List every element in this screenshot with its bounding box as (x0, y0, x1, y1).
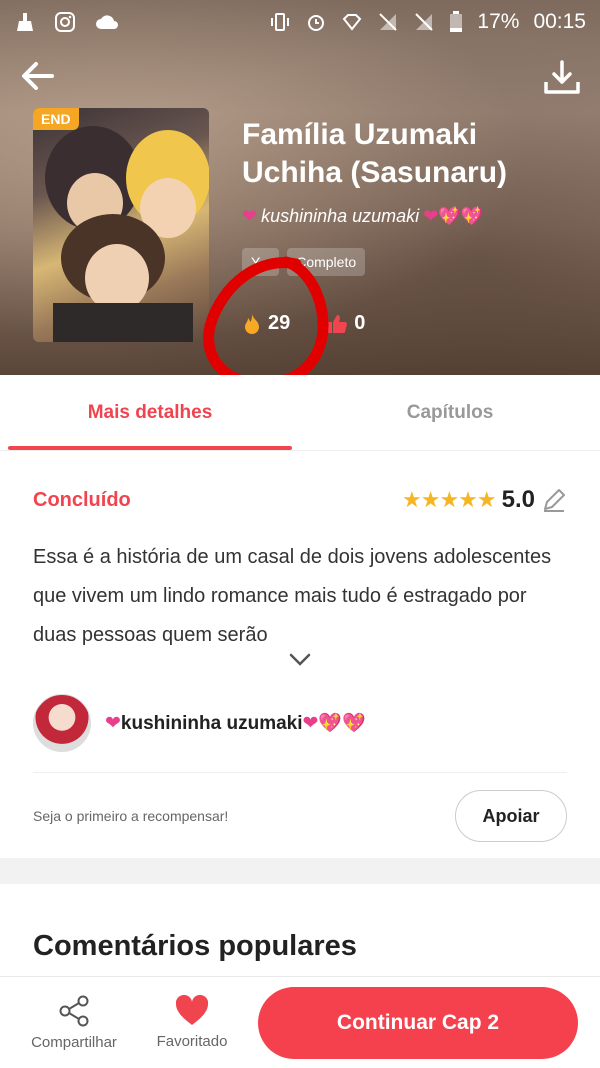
rating-score: 5.0 (501, 486, 535, 513)
divider (33, 772, 567, 773)
favorite-button[interactable]: Favoritado (146, 977, 238, 1068)
battery-percent: 17% (477, 10, 520, 33)
heart-icon: ❤💖💖 (423, 206, 484, 226)
diamond-icon (341, 11, 363, 33)
bottom-action-bar: Compartilhar Favoritado Continuar Cap 2 (0, 976, 600, 1067)
rating[interactable]: ★★★★★ 5.0 (402, 486, 567, 514)
battery-icon (449, 11, 471, 33)
clock: 00:15 (533, 10, 586, 33)
support-button[interactable]: Apoiar (455, 790, 567, 842)
share-icon (59, 995, 89, 1027)
story-author[interactable]: ❤ kushininha uzumaki ❤💖💖 (242, 206, 483, 227)
no-signal-icon-2 (413, 11, 435, 33)
author-name-text: kushininha uzumaki (120, 713, 303, 734)
story-description: Essa é a história de um casal de dois jo… (33, 546, 552, 646)
completion-status: Concluído (33, 488, 131, 511)
likes-count: 0 (354, 312, 366, 334)
alarm-icon (305, 11, 327, 33)
back-button[interactable] (18, 56, 58, 96)
favorite-label: Favoritado (156, 1033, 228, 1050)
avatar[interactable] (33, 694, 91, 752)
star-rating-icons: ★★★★★ (402, 487, 497, 512)
detail-tabs: Mais detalhes Capítulos (0, 375, 600, 451)
broom-icon (14, 11, 36, 33)
reward-row: Seja o primeiro a recompensar! Apoiar (33, 790, 567, 842)
red-circle-annotation (203, 256, 329, 375)
tab-mais-detalhes[interactable]: Mais detalhes (0, 375, 300, 450)
cover-illustration (45, 126, 209, 342)
author-profile-name: ❤kushininha uzumaki❤💖💖 (105, 711, 366, 735)
author-row[interactable]: ❤kushininha uzumaki❤💖💖 (33, 694, 366, 752)
comments-heading: Comentários populares (33, 930, 357, 962)
section-separator (0, 858, 600, 884)
heart-icon (175, 995, 209, 1025)
status-bar: 17% 00:15 (0, 0, 600, 44)
no-signal-icon (377, 11, 399, 33)
cloud-icon (94, 11, 118, 33)
reward-text: Seja o primeiro a recompensar! (33, 808, 229, 824)
share-label: Compartilhar (31, 1034, 117, 1051)
download-button[interactable] (542, 58, 582, 98)
heart-icon: ❤💖💖 (302, 713, 366, 734)
vibrate-icon (269, 11, 291, 33)
tab-capitulos[interactable]: Capítulos (300, 375, 600, 450)
download-icon (544, 60, 580, 94)
share-button[interactable]: Compartilhar (22, 977, 126, 1068)
story-title: Família Uzumaki Uchiha (Sasunaru) (242, 118, 508, 189)
end-badge: END (33, 108, 79, 130)
story-cover-image[interactable]: END (33, 108, 209, 342)
heart-icon: ❤ (242, 206, 258, 226)
battery-status: 17% (449, 10, 519, 34)
chevron-down-icon[interactable] (288, 652, 312, 668)
likes-stat: 0 (326, 312, 365, 335)
story-author-name: kushininha uzumaki (261, 206, 420, 226)
status-rating-row: Concluído ★★★★★ 5.0 (33, 486, 567, 514)
story-header: 17% 00:15 END Família Uzumaki Uchiha (Sa… (0, 0, 600, 375)
edit-pencil-icon[interactable] (541, 487, 567, 513)
heart-icon: ❤ (105, 713, 121, 734)
continue-reading-button[interactable]: Continuar Cap 2 (258, 987, 578, 1059)
arrow-left-icon (22, 62, 54, 90)
instagram-icon (54, 11, 76, 33)
